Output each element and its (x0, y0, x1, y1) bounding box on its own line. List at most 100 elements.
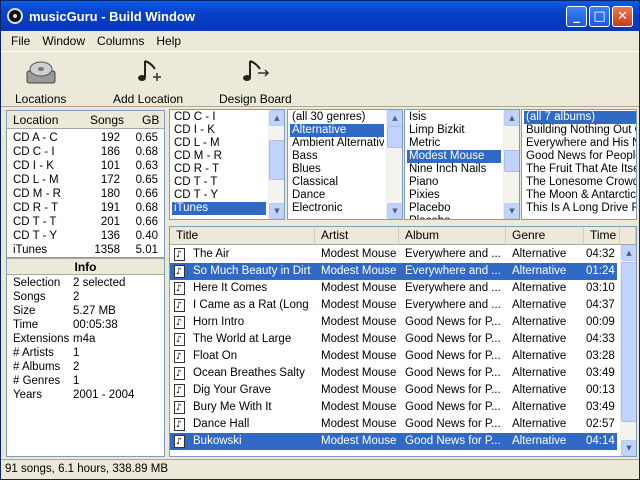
col-songs[interactable]: Songs (90, 113, 124, 127)
album-filter-list[interactable]: (all 7 albums) Building Nothing Out Of Eve… (521, 109, 637, 220)
genres-filter-item[interactable]: (all 30 genres) (290, 111, 384, 124)
title-bar[interactable]: musicGuru - Build Window _ □ ✕ (1, 1, 639, 31)
scroll-up-icon[interactable]: ▲ (504, 110, 519, 126)
col-artist[interactable]: Artist (315, 227, 399, 245)
genres-filter-item[interactable]: Electronic (290, 202, 384, 215)
col-gb[interactable]: GB (142, 113, 159, 127)
song-row[interactable]: Bury Me With It Modest Mouse Good News for… (170, 399, 617, 417)
artists-filter-item[interactable]: Nine Inch Nails (407, 163, 501, 176)
scroll-up-icon[interactable]: ▲ (621, 245, 636, 261)
locations-filter-item[interactable]: CD L - M (172, 137, 266, 150)
locations-filter-item[interactable]: CD T - T (172, 176, 266, 189)
artists-filter-item[interactable]: Placebo (407, 215, 501, 219)
locations-button[interactable]: Locations (15, 56, 66, 106)
artists-filter-item[interactable]: Limp Bizkit (407, 124, 501, 137)
scroll-up-icon[interactable]: ▲ (387, 110, 402, 126)
close-button[interactable]: ✕ (612, 6, 633, 27)
scroll-down-icon[interactable]: ▼ (621, 440, 636, 456)
locations-table[interactable]: Location Songs GB CD A - C 192 0.65 CD C - … (6, 110, 165, 258)
artists-filter-item[interactable]: Pixies (407, 189, 501, 202)
maximize-button[interactable]: □ (589, 6, 610, 27)
artist-filter-scrollbar[interactable]: ▲ ▼ (503, 110, 519, 219)
artist-filter-list[interactable]: Isis Limp Bizkit Metric Modest Mouse Nine In… (404, 109, 520, 220)
location-filter-list[interactable]: CD C - I CD I - K CD L - M CD M - R CD R - T… (169, 109, 285, 220)
menu-help[interactable]: Help (150, 34, 187, 48)
locations-filter-item[interactable]: CD R - T (172, 163, 266, 176)
scroll-down-icon[interactable]: ▼ (504, 203, 519, 219)
song-row[interactable]: Float On Modest Mouse Good News for P... Al… (170, 348, 617, 366)
scroll-down-icon[interactable]: ▼ (387, 203, 402, 219)
location-row[interactable]: CD T - Y 136 0.40 (7, 230, 164, 244)
artists-filter-item[interactable]: Modest Mouse (407, 150, 501, 163)
add-location-button[interactable]: Add Location (113, 56, 183, 106)
location-row[interactable]: CD C - I 186 0.68 (7, 146, 164, 160)
genres-filter-item[interactable]: Alternative (290, 124, 384, 137)
minimize-button[interactable]: _ (566, 6, 587, 27)
songs-table[interactable]: Title Artist Album Genre Time The Air Mod… (169, 226, 637, 457)
scroll-down-icon[interactable]: ▼ (269, 203, 284, 219)
albums-filter-item[interactable]: The Moon & Antarctica (524, 189, 636, 202)
albums-filter-item[interactable]: Everywhere and His Na (524, 137, 636, 150)
genres-filter-item[interactable]: Ambient Alternative (290, 137, 384, 150)
song-row[interactable]: I Came as a Rat (Long ... Modest Mouse Eve… (170, 297, 617, 315)
song-row[interactable]: The World at Large Modest Mouse Good News … (170, 331, 617, 349)
albums-filter-item[interactable]: The Lonesome Crowde (524, 176, 636, 189)
song-album: Everywhere and ... (405, 282, 501, 294)
locations-filter-item[interactable]: iTunes (172, 202, 266, 215)
song-row[interactable]: So Much Beauty in Dirt Modest Mouse Everyw… (170, 263, 617, 281)
location-row[interactable]: CD I - K 101 0.63 (7, 160, 164, 174)
location-row[interactable]: iTunes 1358 5.01 (7, 244, 164, 257)
locations-filter-item[interactable]: CD C - I (172, 111, 266, 124)
scroll-thumb[interactable] (621, 262, 636, 422)
genres-filter-item[interactable]: Bass (290, 150, 384, 163)
song-row[interactable]: The Air Modest Mouse Everywhere and ... Alt… (170, 246, 617, 264)
scroll-up-icon[interactable]: ▲ (269, 110, 284, 126)
location-row[interactable]: CD L - M 172 0.65 (7, 174, 164, 188)
albums-filter-item[interactable]: (all 7 albums) (524, 111, 636, 124)
artists-filter-item[interactable]: Placebo (407, 202, 501, 215)
design-board-button[interactable]: Design Board (219, 56, 292, 106)
artists-filter-item[interactable]: Piano (407, 176, 501, 189)
song-row[interactable]: Ocean Breathes Salty Modest Mouse Good New… (170, 365, 617, 383)
songs-scrollbar[interactable]: ▲ ▼ (620, 245, 636, 456)
menu-file[interactable]: File (5, 34, 36, 48)
locations-filter-item[interactable]: CD T - Y (172, 189, 266, 202)
song-row[interactable]: Bukowski Modest Mouse Good News for P... Al… (170, 433, 617, 451)
location-row[interactable]: CD R - T 191 0.68 (7, 202, 164, 216)
location-name: CD I - K (13, 160, 54, 172)
col-title[interactable]: Title (170, 227, 315, 245)
menu-window[interactable]: Window (36, 34, 91, 48)
albums-filter-item[interactable]: This Is A Long Drive Fo (524, 202, 636, 215)
song-row[interactable]: Dance Hall Modest Mouse Good News for P...… (170, 416, 617, 434)
albums-filter-item[interactable]: The Fruit That Ate Itself (524, 163, 636, 176)
menu-columns[interactable]: Columns (91, 34, 150, 48)
genres-filter-item[interactable]: Classical (290, 176, 384, 189)
col-time[interactable]: Time (584, 227, 620, 245)
audio-file-icon (174, 247, 185, 264)
locations-filter-item[interactable]: CD M - R (172, 150, 266, 163)
albums-filter-item[interactable]: Good News for People W (524, 150, 636, 163)
location-filter-scrollbar[interactable]: ▲ ▼ (268, 110, 284, 219)
albums-filter-item[interactable]: Building Nothing Out Of (524, 124, 636, 137)
song-row[interactable]: Here It Comes Modest Mouse Everywhere and … (170, 280, 617, 298)
scroll-thumb[interactable] (504, 150, 519, 172)
genre-filter-scrollbar[interactable]: ▲ ▼ (386, 110, 402, 219)
info-row: # Genres 1 (7, 375, 164, 389)
col-location[interactable]: Location (13, 113, 58, 127)
scroll-thumb[interactable] (269, 140, 284, 180)
locations-filter-item[interactable]: CD I - K (172, 124, 266, 137)
artists-filter-item[interactable]: Isis (407, 111, 501, 124)
song-row[interactable]: Horn Intro Modest Mouse Good News for P...… (170, 314, 617, 332)
location-songs: 101 (100, 160, 120, 172)
location-row[interactable]: CD A - C 192 0.65 (7, 132, 164, 146)
scroll-thumb[interactable] (387, 126, 402, 148)
location-row[interactable]: CD T - T 201 0.66 (7, 216, 164, 230)
genres-filter-item[interactable]: Dance (290, 189, 384, 202)
col-genre[interactable]: Genre (506, 227, 584, 245)
artists-filter-item[interactable]: Metric (407, 137, 501, 150)
location-row[interactable]: CD M - R 180 0.66 (7, 188, 164, 202)
genres-filter-item[interactable]: Blues (290, 163, 384, 176)
col-album[interactable]: Album (399, 227, 506, 245)
song-row[interactable]: Dig Your Grave Modest Mouse Good News for … (170, 382, 617, 400)
genre-filter-list[interactable]: (all 30 genres) Alternative Ambient Altern… (287, 109, 403, 220)
